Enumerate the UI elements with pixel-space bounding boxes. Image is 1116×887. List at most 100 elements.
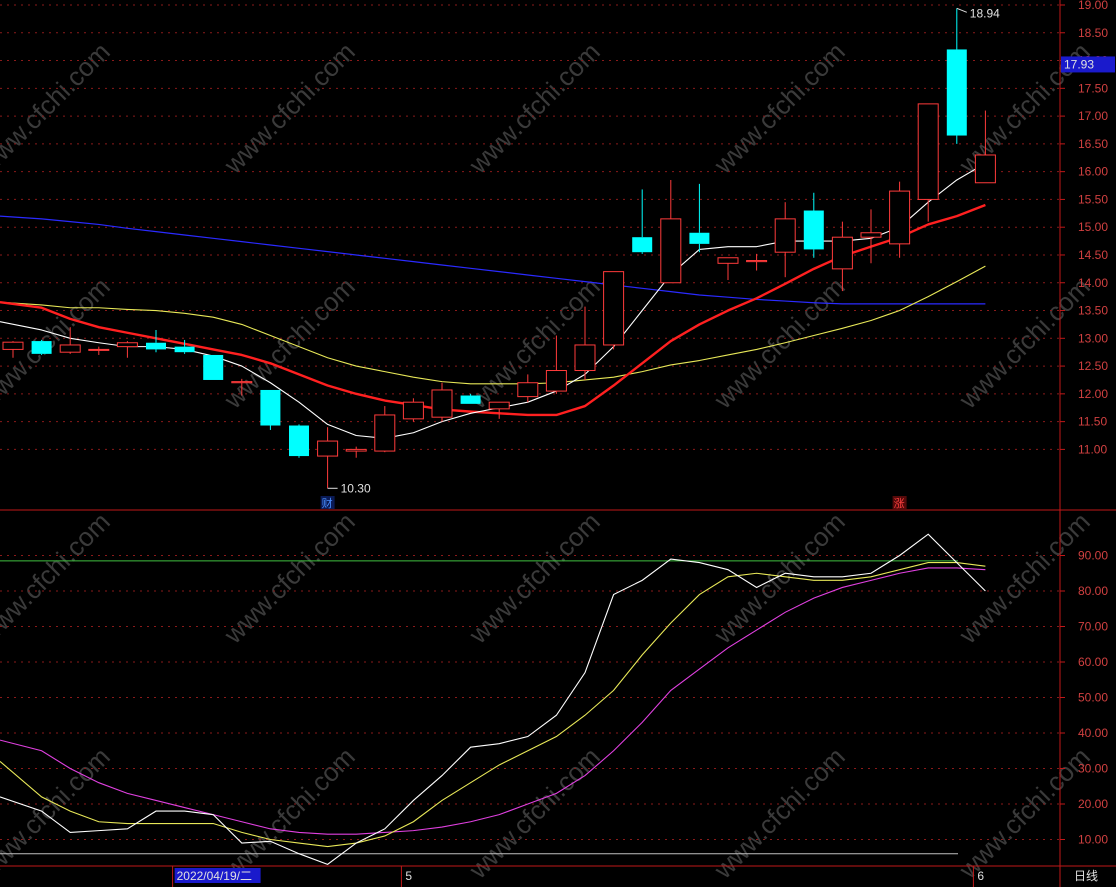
candle xyxy=(317,427,339,489)
candle-body xyxy=(231,381,253,384)
watermark-text: www.cfchi.com xyxy=(0,36,116,179)
osc-tick-label: 90.00 xyxy=(1078,549,1108,563)
candle xyxy=(431,382,453,422)
osc-tick-label: 40.00 xyxy=(1078,726,1108,740)
watermark-text: www.cfchi.com xyxy=(707,741,850,884)
candle-body xyxy=(517,382,539,398)
price-tick-label: 12.50 xyxy=(1078,359,1108,373)
candle-body xyxy=(260,389,281,426)
watermark-text: www.cfchi.com xyxy=(0,741,116,884)
candle xyxy=(889,181,911,258)
event-marker-label: 涨 xyxy=(894,497,905,510)
candle-body xyxy=(946,49,967,136)
candle-body xyxy=(317,440,339,457)
candle xyxy=(946,8,967,144)
candle xyxy=(374,406,396,453)
candle-body xyxy=(774,218,796,253)
watermark-text: www.cfchi.com xyxy=(0,506,116,649)
candle xyxy=(660,179,682,284)
low-label: 10.30 xyxy=(341,481,371,495)
candle xyxy=(146,329,166,353)
candle-body xyxy=(917,103,939,200)
candle-body xyxy=(374,414,396,452)
candle-body xyxy=(460,395,481,404)
candle-body xyxy=(31,341,52,354)
candle-body xyxy=(59,344,81,353)
price-tick-label: 13.00 xyxy=(1078,331,1108,345)
watermark-text: www.cfchi.com xyxy=(217,741,360,884)
osc-tick-label: 60.00 xyxy=(1078,655,1108,669)
candle xyxy=(917,103,939,222)
price-tick-label: 13.50 xyxy=(1078,304,1108,318)
candlestick-series xyxy=(2,8,996,489)
candle xyxy=(860,209,882,264)
osc-tick-label: 80.00 xyxy=(1078,584,1108,598)
high-label: 18.94 xyxy=(970,6,1000,20)
candle-body xyxy=(146,342,166,350)
candle xyxy=(88,346,110,355)
candle xyxy=(402,398,424,422)
candle xyxy=(488,401,510,419)
candle xyxy=(517,374,539,403)
candle-body xyxy=(345,448,367,452)
watermark-text: www.cfchi.com xyxy=(952,741,1095,884)
osc-tick-label: 70.00 xyxy=(1078,620,1108,634)
candle xyxy=(603,271,625,350)
watermark-text: www.cfchi.com xyxy=(462,741,605,884)
candle-body xyxy=(116,342,138,348)
price-tick-label: 11.00 xyxy=(1078,442,1107,456)
candle xyxy=(116,341,138,358)
candle xyxy=(803,192,824,258)
osc-k-line xyxy=(0,533,986,865)
candle-body xyxy=(174,346,195,353)
price-tick-label: 14.00 xyxy=(1078,276,1108,290)
candle-body xyxy=(88,348,110,351)
candle xyxy=(260,389,281,430)
osc-tick-label: 10.00 xyxy=(1078,833,1108,847)
event-marker-label: 财 xyxy=(322,496,333,510)
candle-body xyxy=(488,401,510,410)
osc-tick-label: 50.00 xyxy=(1078,691,1108,705)
candle xyxy=(689,183,710,253)
candle xyxy=(717,257,739,280)
price-tick-label: 16.50 xyxy=(1078,137,1108,151)
price-tick-label: 12.00 xyxy=(1078,387,1108,401)
watermark-text: www.cfchi.com xyxy=(217,506,360,649)
watermark-text: www.cfchi.com xyxy=(462,36,605,179)
osc-tick-label: 20.00 xyxy=(1078,797,1108,811)
candle-body xyxy=(803,210,824,250)
price-tick-label: 19.00 xyxy=(1078,0,1108,12)
period-label: 日线 xyxy=(1074,869,1098,883)
candle-body xyxy=(831,236,853,270)
x-axis-label: 5 xyxy=(405,869,412,883)
candle-body xyxy=(746,260,768,263)
price-tick-label: 15.00 xyxy=(1078,220,1108,234)
candle-body xyxy=(603,271,625,346)
watermark-text: www.cfchi.com xyxy=(462,506,605,649)
candle-body xyxy=(545,370,567,392)
price-tick-label: 17.50 xyxy=(1078,81,1108,95)
price-tick-label: 11.50 xyxy=(1078,415,1107,429)
candle xyxy=(203,354,224,380)
candle-body xyxy=(632,237,653,253)
candle xyxy=(746,253,768,271)
watermark-text: www.cfchi.com xyxy=(217,36,360,179)
x-axis-label: 6 xyxy=(977,869,984,883)
current-price-label: 17.93 xyxy=(1064,57,1094,71)
candle-body xyxy=(2,341,24,350)
stock-chart: www.cfchi.com www.cfchi.com www.cfchi.com w… xyxy=(0,0,1116,887)
candle-body xyxy=(289,425,309,457)
price-tick-label: 15.50 xyxy=(1078,192,1108,206)
candle-body xyxy=(689,232,710,244)
watermark-text: www.cfchi.com xyxy=(952,506,1095,649)
candle-body xyxy=(660,218,682,284)
candle-body xyxy=(860,232,882,238)
candle-body xyxy=(889,190,911,245)
price-tick-label: 16.00 xyxy=(1078,165,1108,179)
high-arrow xyxy=(956,7,967,13)
price-tick-label: 17.00 xyxy=(1078,109,1108,123)
candle-body xyxy=(402,401,424,420)
candle xyxy=(632,189,653,254)
candle-body xyxy=(203,354,224,380)
candle-body xyxy=(431,389,453,418)
